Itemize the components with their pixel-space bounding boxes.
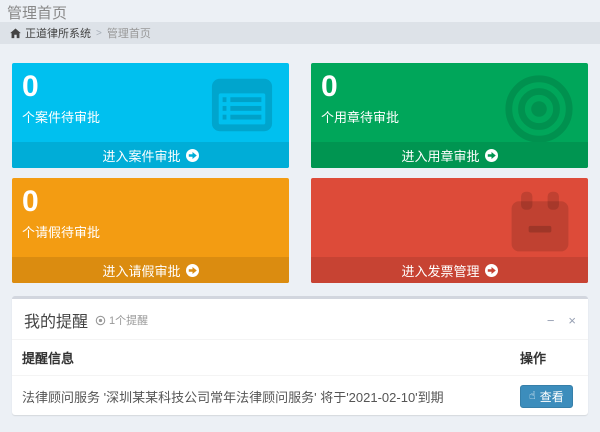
arrow-right-circle-icon (485, 149, 498, 162)
column-header-action: 操作 (510, 340, 588, 376)
table-row: 法律顾问服务 '深圳某某科技公司常年法律顾问服务' 将于'2021-02-10'… (12, 376, 588, 418)
close-icon: × (568, 313, 576, 328)
arrow-right-circle-icon (485, 264, 498, 277)
invoice-management-link-label: 进入发票管理 (401, 261, 479, 280)
seals-pending-count: 0 (321, 68, 578, 106)
hand-pointer-icon: ☝ (529, 391, 536, 402)
cases-approval-link-label: 进入案件审批 (102, 146, 180, 165)
view-button-label: 查看 (540, 388, 564, 405)
stat-tiles: 0 个案件待审批 进入案件审批 (12, 63, 588, 283)
arrow-right-circle-icon (186, 149, 199, 162)
arrow-right-circle-icon (186, 264, 199, 277)
leave-pending-count: 0 (22, 183, 279, 221)
column-header-message: 提醒信息 (12, 340, 510, 376)
panel-tools: − × (547, 314, 576, 327)
leave-approval-link-label: 进入请假审批 (102, 261, 180, 280)
circle-dot-icon (95, 315, 106, 326)
cases-pending-label: 个案件待审批 (22, 107, 279, 126)
reminders-panel-header: 我的提醒 1个提醒 − × (12, 299, 588, 339)
reminders-panel: 我的提醒 1个提醒 − × 提醒信息 操作 (12, 296, 588, 415)
breadcrumb: 正道律所系统 > 管理首页 (0, 22, 600, 44)
cases-approval-link[interactable]: 进入案件审批 (12, 142, 289, 168)
reminder-message: 法律顾问服务 '深圳某某科技公司常年法律顾问服务' 将于'2021-02-10'… (12, 376, 510, 418)
tile-seals-pending: 0 个用章待审批 进入用章审批 (311, 63, 588, 168)
tile-leave-pending: 0 个请假待审批 进入请假审批 (12, 178, 289, 283)
breadcrumb-home-link[interactable]: 正道律所系统 (10, 25, 91, 41)
home-icon (10, 28, 21, 39)
leave-approval-link[interactable]: 进入请假审批 (12, 257, 289, 283)
seals-approval-link[interactable]: 进入用章审批 (311, 142, 588, 168)
invoice-management-link[interactable]: 进入发票管理 (311, 257, 588, 283)
breadcrumb-home-label: 正道律所系统 (25, 25, 91, 41)
seals-approval-link-label: 进入用章审批 (401, 146, 479, 165)
tile-invoices: 进入发票管理 (311, 178, 588, 283)
leave-pending-label: 个请假待审批 (22, 222, 279, 241)
reminder-count-label: 1个提醒 (109, 312, 148, 328)
page-title: 管理首页 (7, 2, 67, 23)
calendar-icon (504, 187, 576, 264)
reminders-table: 提醒信息 操作 法律顾问服务 '深圳某某科技公司常年法律顾问服务' 将于'202… (12, 339, 588, 417)
cases-pending-count: 0 (22, 68, 279, 106)
reminders-panel-title: 我的提醒 (24, 308, 88, 332)
reminder-count: 1个提醒 (95, 312, 148, 328)
minus-icon: − (547, 313, 555, 328)
view-button[interactable]: ☝ 查看 (520, 385, 573, 408)
close-button[interactable]: × (568, 314, 576, 327)
breadcrumb-separator: > (96, 28, 102, 39)
collapse-button[interactable]: − (547, 314, 555, 327)
tile-cases-pending: 0 个案件待审批 进入案件审批 (12, 63, 289, 168)
breadcrumb-current: 管理首页 (107, 25, 151, 41)
seals-pending-label: 个用章待审批 (321, 107, 578, 126)
